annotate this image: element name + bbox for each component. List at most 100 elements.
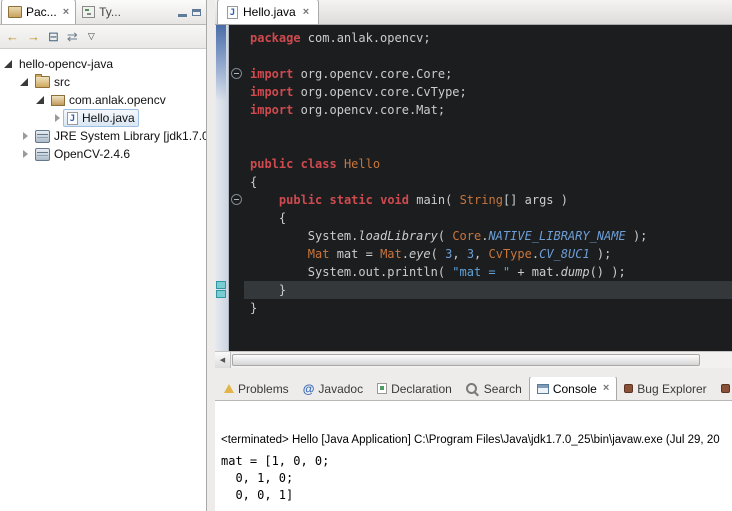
fold-collapse-icon[interactable]	[231, 194, 242, 205]
maximize-icon[interactable]	[192, 9, 201, 16]
code-line[interactable]: }	[244, 281, 732, 299]
bug-icon	[721, 384, 730, 393]
code-line[interactable]: System.out.println( "mat = " + mat.dump(…	[244, 263, 732, 281]
tab-console[interactable]: Console×	[529, 377, 617, 401]
tab-declaration[interactable]: Declaration	[370, 377, 459, 400]
code-token: + mat.	[510, 265, 561, 279]
fold-margin	[229, 25, 244, 351]
forward-button[interactable]: →	[27, 30, 40, 43]
tab-bug-explorer[interactable]: Bug Explorer	[617, 377, 713, 400]
tab-javadoc[interactable]: @Javadoc	[296, 377, 370, 400]
code-token: (	[431, 247, 445, 261]
code-line[interactable]	[244, 119, 732, 137]
editor-horizontal-scrollbar[interactable]: ◀	[215, 351, 732, 368]
close-icon[interactable]: ×	[303, 7, 309, 18]
fold-collapse-icon[interactable]	[231, 68, 242, 79]
back-button[interactable]: ←	[6, 30, 19, 43]
code-token: System.	[250, 229, 358, 243]
close-icon[interactable]: ×	[63, 7, 69, 18]
tab-hello-java[interactable]: J Hello.java ×	[217, 0, 319, 24]
link-with-editor-button[interactable]: ⇄	[67, 30, 78, 43]
explorer-toolbar: ← → ⊟ ⇄ ▽	[0, 25, 206, 49]
package-icon	[51, 95, 65, 106]
code-line[interactable]: {	[244, 209, 732, 227]
editor-body[interactable]: package com.anlak.opencv; import org.ope…	[215, 25, 732, 351]
expander-expanded-icon[interactable]	[4, 60, 15, 68]
expander-collapsed-icon[interactable]	[20, 132, 31, 140]
java-file-icon: J	[67, 112, 78, 125]
tab-search[interactable]: Search	[459, 377, 529, 400]
code-line[interactable]	[244, 47, 732, 65]
code-token: loadLibrary	[358, 229, 437, 243]
expander-expanded-icon[interactable]	[20, 78, 31, 86]
tab-problems[interactable]: Problems	[217, 377, 296, 400]
code-token: Hello	[344, 157, 380, 171]
java-file-icon: J	[227, 6, 238, 19]
code-token: Core	[452, 229, 481, 243]
code-line[interactable]	[244, 137, 732, 155]
code-token: org.opencv.core.CvType;	[293, 85, 466, 99]
code-token: }	[250, 301, 257, 315]
code-token: void	[380, 193, 409, 207]
code-line[interactable]: }	[244, 299, 732, 317]
tab-label: Ty...	[99, 5, 121, 19]
code-line[interactable]: System.loadLibrary( Core.NATIVE_LIBRARY_…	[244, 227, 732, 245]
editor-tab-bar: J Hello.java ×	[215, 0, 732, 25]
code-line[interactable]: package com.anlak.opencv;	[244, 29, 732, 47]
tree-item-row: JHello.java	[63, 109, 139, 127]
code-token: public	[250, 157, 293, 171]
close-icon[interactable]: ×	[603, 383, 609, 394]
package-explorer-panel: Pac... × Ty... ← → ⊟ ⇄ ▽ hello-opencv-java sr…	[0, 0, 207, 511]
code-line[interactable]: import org.opencv.core.CvType;	[244, 83, 732, 101]
code-line[interactable]: {	[244, 173, 732, 191]
tree-item-label: src	[54, 75, 70, 89]
code-line[interactable]: import org.opencv.core.Core;	[244, 65, 732, 83]
code-token: main(	[409, 193, 460, 207]
tree-item-row: JRE System Library [jdk1.7.0	[31, 127, 206, 145]
tree-item[interactable]: JRE System Library [jdk1.7.0	[0, 127, 206, 145]
expander-collapsed-icon[interactable]	[20, 150, 31, 158]
library-icon	[35, 130, 50, 143]
console-tab-bar: Problems @Javadoc Declaration SearchConsole…	[215, 377, 732, 401]
collapse-all-button[interactable]: ⊟	[48, 30, 59, 43]
editor-area: J Hello.java × package com.anlak.opencv;…	[215, 0, 732, 368]
javadoc-icon: @	[303, 383, 315, 395]
code-token: org.opencv.core.Core;	[293, 67, 452, 81]
code-line[interactable]: public static void main( String[] args )	[244, 191, 732, 209]
tree-item[interactable]: hello-opencv-java	[0, 55, 206, 73]
scroll-left-arrow-icon[interactable]: ◀	[215, 352, 231, 368]
tab-label: Declaration	[391, 382, 452, 396]
tree-item[interactable]: JHello.java	[0, 109, 206, 127]
problems-icon	[224, 384, 234, 393]
tree-item[interactable]: OpenCV-2.4.6	[0, 145, 206, 163]
expander-collapsed-icon[interactable]	[52, 114, 63, 122]
project-tree: hello-opencv-java src com.anlak.opencvJHel…	[0, 49, 206, 511]
code-area[interactable]: package com.anlak.opencv; import org.ope…	[244, 25, 732, 351]
code-token	[373, 193, 380, 207]
code-token: import	[250, 67, 293, 81]
tab-type-hierarchy[interactable]: Ty...	[76, 0, 127, 24]
console-content[interactable]: <terminated> Hello [Java Application] C:…	[215, 401, 732, 511]
code-token: ,	[452, 247, 466, 261]
code-token: CV_8UC1	[539, 247, 590, 261]
code-token	[293, 157, 300, 171]
code-token: {	[250, 211, 286, 225]
minimize-icon[interactable]	[178, 7, 187, 17]
code-token: )	[554, 193, 568, 207]
console-output-line: mat = [1, 0, 0;	[221, 453, 329, 470]
eclipse-window: Pac... × Ty... ← → ⊟ ⇄ ▽ hello-opencv-java sr…	[0, 0, 732, 511]
tree-item[interactable]: com.anlak.opencv	[0, 91, 206, 109]
tab-package-explorer[interactable]: Pac... ×	[1, 0, 76, 24]
code-line[interactable]: Mat mat = Mat.eye( 3, 3, CvType.CV_8UC1 …	[244, 245, 732, 263]
code-line[interactable]: public class Hello	[244, 155, 732, 173]
search-icon	[466, 383, 477, 394]
annotation-ruler[interactable]	[215, 25, 229, 351]
range-indicator	[216, 25, 226, 101]
tab-label: Problems	[238, 382, 289, 396]
tree-item[interactable]: src	[0, 73, 206, 91]
expander-expanded-icon[interactable]	[36, 96, 47, 104]
code-line[interactable]: import org.opencv.core.Mat;	[244, 101, 732, 119]
scrollbar-thumb[interactable]	[232, 354, 700, 366]
view-menu-button[interactable]: ▽	[88, 32, 95, 41]
tab-bug[interactable]: Bug	[714, 377, 732, 400]
